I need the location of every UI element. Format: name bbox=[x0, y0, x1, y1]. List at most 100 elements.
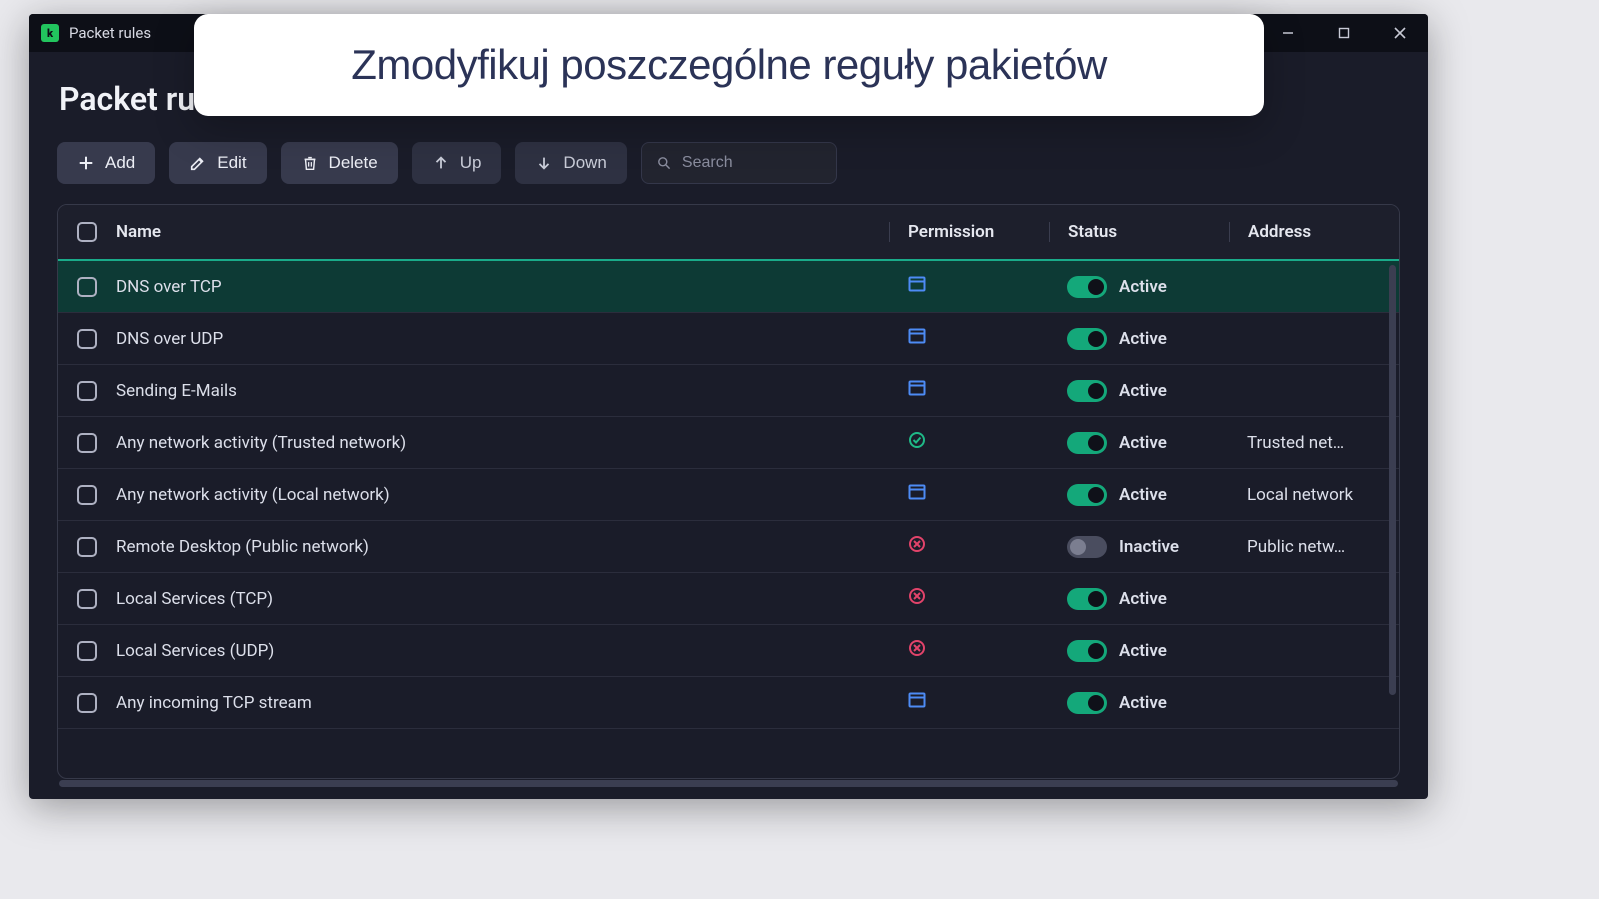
row-checkbox[interactable] bbox=[77, 381, 97, 401]
status-text: Active bbox=[1119, 381, 1167, 401]
maximize-icon bbox=[1337, 26, 1351, 40]
window-icon bbox=[907, 274, 927, 294]
row-permission bbox=[889, 482, 1049, 507]
column-permission[interactable]: Permission bbox=[889, 222, 1049, 242]
row-checkbox[interactable] bbox=[77, 277, 97, 297]
row-permission bbox=[889, 534, 1049, 559]
window-icon bbox=[907, 326, 927, 346]
table-row[interactable]: Sending E-Mails Active bbox=[58, 365, 1399, 417]
select-all-checkbox[interactable] bbox=[77, 222, 97, 242]
trash-icon bbox=[301, 154, 319, 172]
row-name: DNS over TCP bbox=[116, 277, 889, 297]
row-name: Local Services (TCP) bbox=[116, 589, 889, 609]
minimize-icon bbox=[1281, 26, 1295, 40]
table-row[interactable]: Any network activity (Local network) Acti… bbox=[58, 469, 1399, 521]
column-status[interactable]: Status bbox=[1049, 222, 1229, 242]
row-checkbox[interactable] bbox=[77, 329, 97, 349]
status-toggle[interactable] bbox=[1067, 328, 1107, 350]
row-checkbox[interactable] bbox=[77, 433, 97, 453]
table-row[interactable]: Any incoming TCP streamActive bbox=[58, 677, 1399, 729]
row-name: Remote Desktop (Public network) bbox=[116, 537, 889, 557]
row-permission bbox=[889, 326, 1049, 351]
check-circle-icon bbox=[907, 430, 927, 450]
row-permission bbox=[889, 378, 1049, 403]
window-title: Packet rules bbox=[69, 24, 151, 42]
delete-button[interactable]: Delete bbox=[281, 142, 398, 184]
annotation-text: Zmodyfikuj poszczególne reguły pakietów bbox=[351, 41, 1107, 89]
status-toggle[interactable] bbox=[1067, 380, 1107, 402]
block-circle-icon bbox=[907, 638, 927, 658]
row-checkbox[interactable] bbox=[77, 485, 97, 505]
search-icon bbox=[656, 155, 672, 171]
toolbar: Add Edit Delete Up Down bbox=[29, 118, 1428, 204]
row-address: Public netw… bbox=[1229, 537, 1399, 557]
row-status: Active bbox=[1049, 380, 1229, 402]
column-name[interactable]: Name bbox=[116, 222, 889, 242]
column-address[interactable]: Address bbox=[1229, 222, 1399, 242]
horizontal-scrollbar[interactable] bbox=[59, 780, 1398, 787]
close-icon bbox=[1393, 26, 1407, 40]
row-checkbox[interactable] bbox=[77, 537, 97, 557]
row-permission bbox=[889, 586, 1049, 611]
delete-label: Delete bbox=[329, 153, 378, 173]
table-header: Name Permission Status Address bbox=[58, 205, 1399, 261]
row-name: Any network activity (Local network) bbox=[116, 485, 889, 505]
row-name: Local Services (UDP) bbox=[116, 641, 889, 661]
status-text: Active bbox=[1119, 641, 1167, 661]
row-name: Any incoming TCP stream bbox=[116, 693, 889, 713]
row-permission bbox=[889, 638, 1049, 663]
annotation-banner: Zmodyfikuj poszczególne reguły pakietów bbox=[194, 14, 1264, 116]
status-toggle[interactable] bbox=[1067, 640, 1107, 662]
row-status: Active bbox=[1049, 276, 1229, 298]
status-toggle[interactable] bbox=[1067, 588, 1107, 610]
status-toggle[interactable] bbox=[1067, 432, 1107, 454]
row-address: Trusted net… bbox=[1229, 433, 1399, 453]
maximize-button[interactable] bbox=[1316, 14, 1372, 52]
row-name: Sending E-Mails bbox=[116, 381, 889, 401]
table-row[interactable]: Local Services (TCP)Active bbox=[58, 573, 1399, 625]
add-button[interactable]: Add bbox=[57, 142, 155, 184]
row-status: Inactive bbox=[1049, 536, 1229, 558]
table-row[interactable]: DNS over TCP Active bbox=[58, 261, 1399, 313]
vertical-scrollbar[interactable] bbox=[1389, 265, 1396, 695]
app-window: k Packet rules Packet rules Add Edit bbox=[29, 14, 1428, 799]
up-button[interactable]: Up bbox=[412, 142, 502, 184]
edit-button[interactable]: Edit bbox=[169, 142, 266, 184]
search-input[interactable] bbox=[682, 154, 822, 172]
status-text: Active bbox=[1119, 485, 1167, 505]
window-icon bbox=[907, 690, 927, 710]
row-permission bbox=[889, 274, 1049, 299]
up-label: Up bbox=[460, 153, 482, 173]
close-button[interactable] bbox=[1372, 14, 1428, 52]
row-checkbox[interactable] bbox=[77, 693, 97, 713]
add-label: Add bbox=[105, 153, 135, 173]
table-row[interactable]: Local Services (UDP) Active bbox=[58, 625, 1399, 677]
row-checkbox[interactable] bbox=[77, 641, 97, 661]
row-address: Local network bbox=[1229, 485, 1399, 505]
row-permission bbox=[889, 690, 1049, 715]
status-toggle[interactable] bbox=[1067, 536, 1107, 558]
status-toggle[interactable] bbox=[1067, 484, 1107, 506]
table-row[interactable]: Any network activity (Trusted network)Ac… bbox=[58, 417, 1399, 469]
app-icon: k bbox=[41, 24, 59, 42]
search-box[interactable] bbox=[641, 142, 837, 184]
status-toggle[interactable] bbox=[1067, 692, 1107, 714]
status-text: Active bbox=[1119, 329, 1167, 349]
row-permission bbox=[889, 430, 1049, 455]
table-body: DNS over TCPActiveDNS over UDPActiveSend… bbox=[58, 261, 1399, 778]
row-status: Active bbox=[1049, 328, 1229, 350]
down-button[interactable]: Down bbox=[515, 142, 626, 184]
table-row[interactable]: DNS over UDPActive bbox=[58, 313, 1399, 365]
row-status: Active bbox=[1049, 484, 1229, 506]
row-status: Active bbox=[1049, 640, 1229, 662]
minimize-button[interactable] bbox=[1260, 14, 1316, 52]
pencil-icon bbox=[189, 154, 207, 172]
down-label: Down bbox=[563, 153, 606, 173]
status-text: Active bbox=[1119, 433, 1167, 453]
status-toggle[interactable] bbox=[1067, 276, 1107, 298]
row-checkbox[interactable] bbox=[77, 589, 97, 609]
block-circle-icon bbox=[907, 586, 927, 606]
table-row[interactable]: Remote Desktop (Public network) Inactive P… bbox=[58, 521, 1399, 573]
plus-icon bbox=[77, 154, 95, 172]
status-text: Inactive bbox=[1119, 537, 1179, 557]
